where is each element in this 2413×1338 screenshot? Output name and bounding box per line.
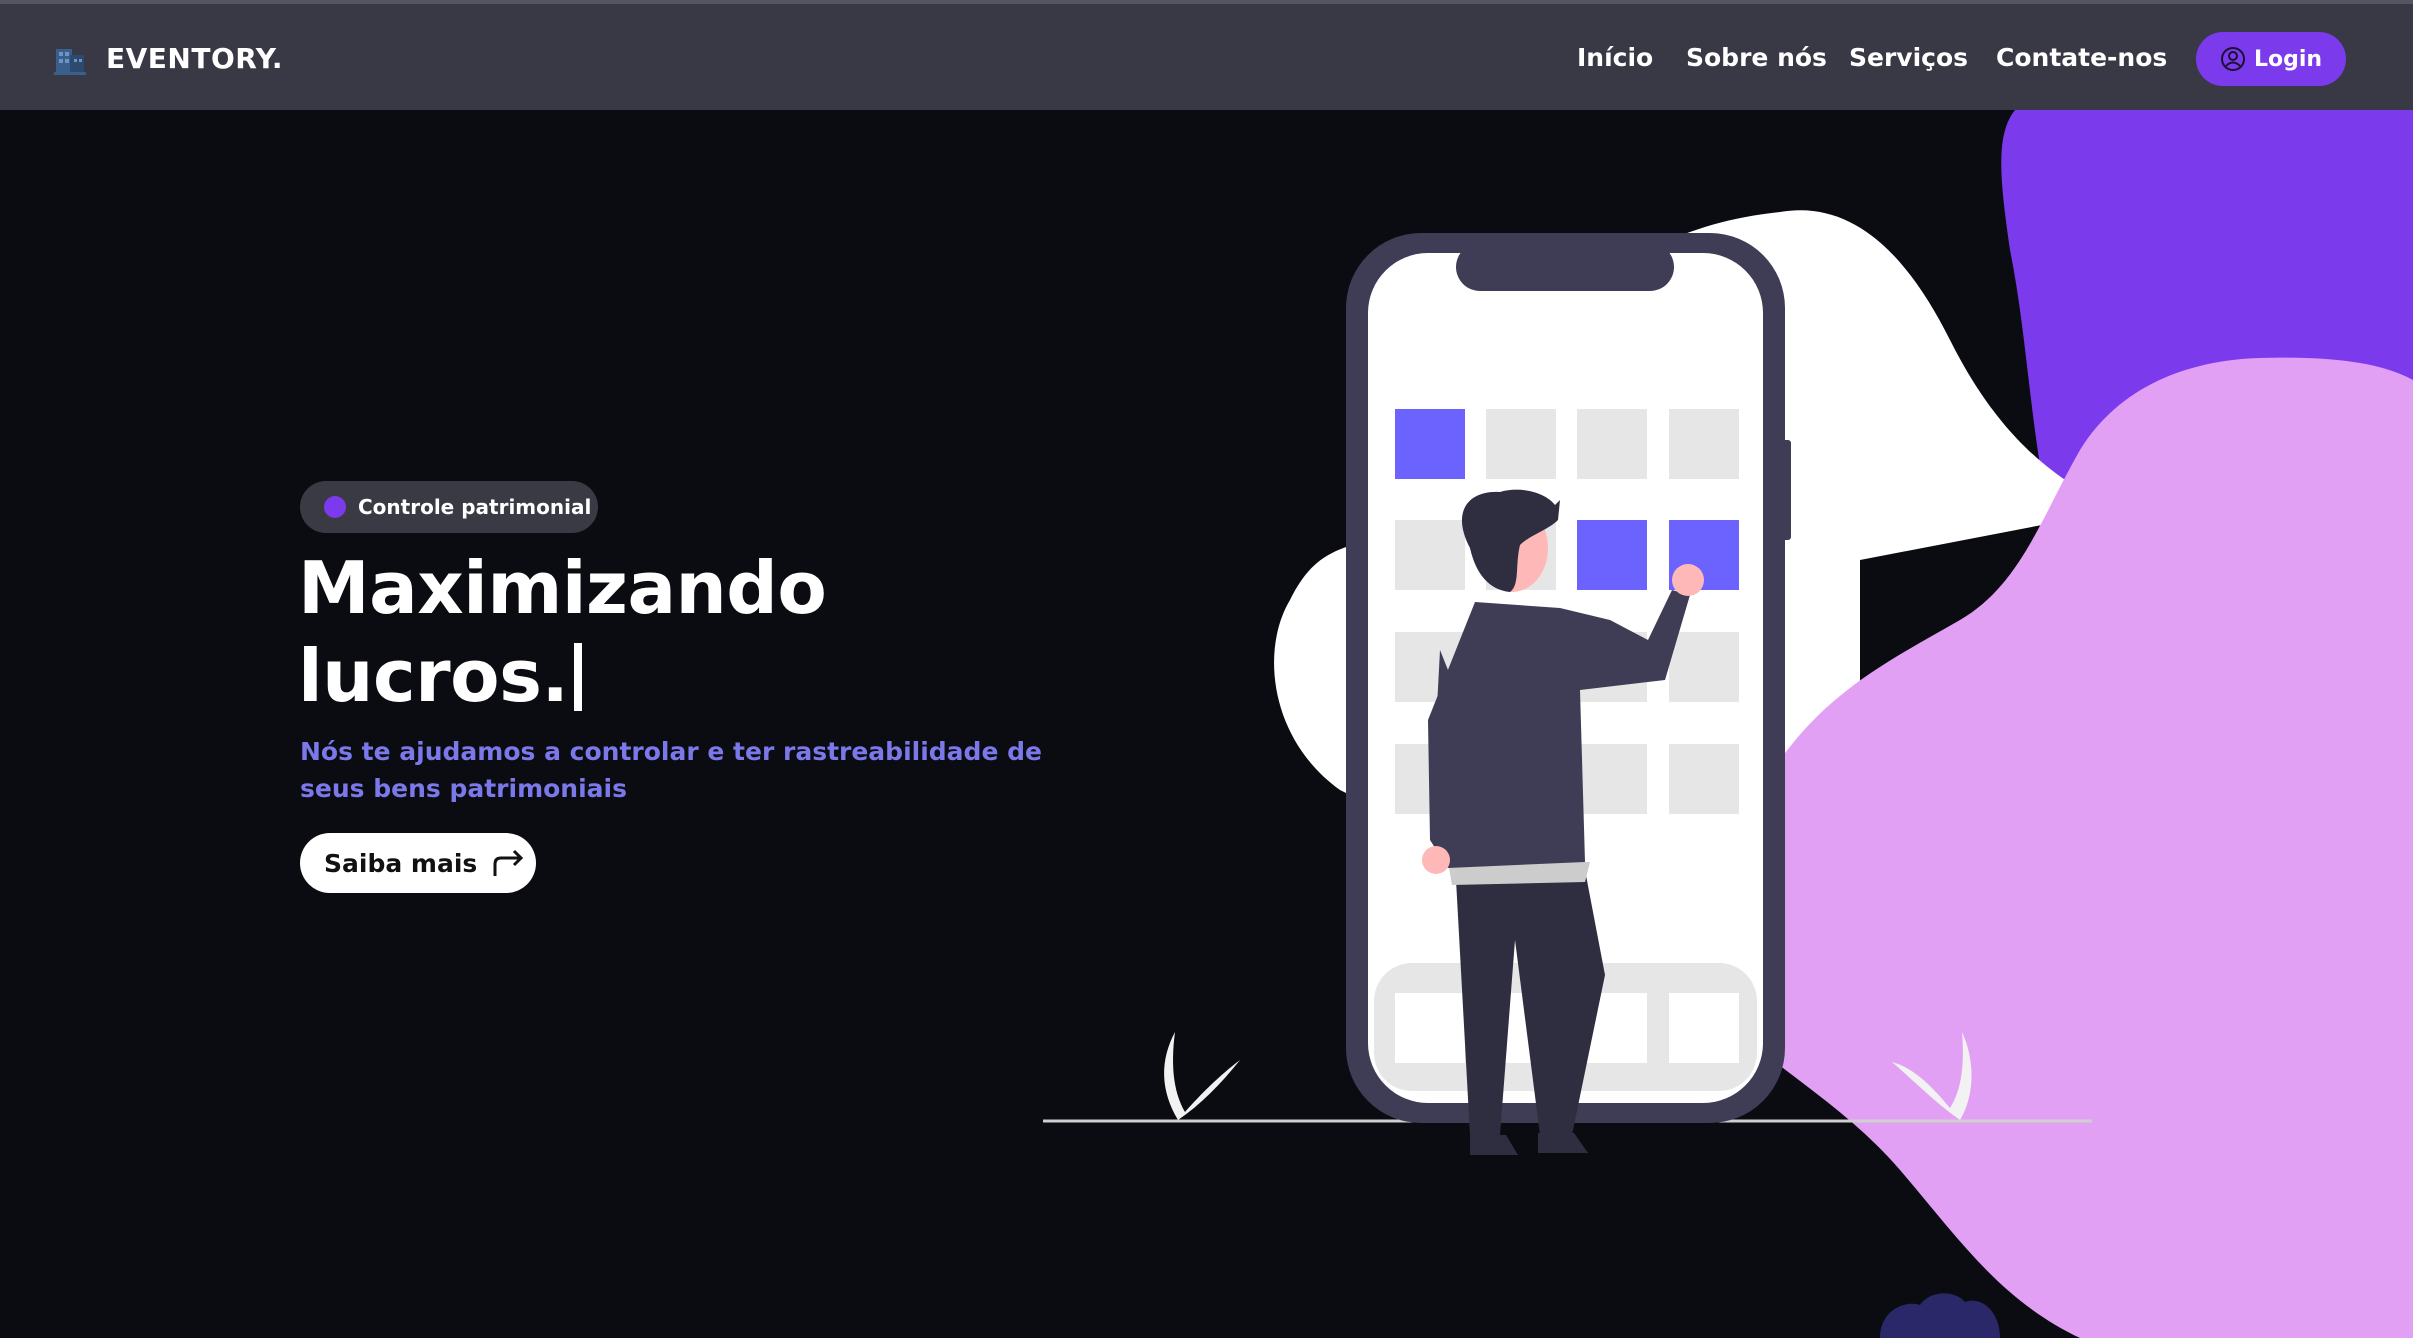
nav-servicos[interactable]: Serviços	[1849, 38, 1968, 78]
nav-sobre-nos[interactable]: Sobre nós	[1686, 38, 1827, 78]
brand[interactable]: EVENTORY.	[54, 36, 283, 80]
typing-cursor	[574, 643, 583, 711]
purple-blob	[2001, 110, 2413, 620]
badge-label: Controle patrimonial	[358, 495, 592, 519]
nav-contate-nos[interactable]: Contate-nos	[1996, 38, 2167, 78]
cloud-shape	[1880, 1293, 2000, 1338]
nav-inicio[interactable]: Início	[1577, 38, 1653, 78]
cta-label: Saiba mais	[324, 848, 478, 878]
phone-notch	[1456, 243, 1674, 291]
category-badge: Controle patrimonial	[300, 481, 598, 533]
building-icon	[54, 49, 86, 75]
phone-screen	[1368, 253, 1763, 1103]
brand-name: EVENTORY.	[106, 41, 284, 75]
phone-body	[1346, 233, 1785, 1123]
pink-blob	[1690, 357, 2413, 1338]
arrow-forward-icon	[493, 849, 524, 876]
plant-left	[1164, 1032, 1240, 1120]
phone-dock	[1374, 963, 1757, 1091]
hero-title-line1: Maximizando	[298, 546, 827, 630]
plant-right	[1892, 1032, 1972, 1120]
saiba-mais-button[interactable]: Saiba mais	[300, 833, 536, 893]
hero-title-line2: lucros.	[298, 634, 569, 718]
login-button[interactable]: Login	[2196, 32, 2346, 86]
app-tiles	[1395, 409, 1739, 814]
white-blob	[1274, 210, 2120, 1050]
hero-subtitle: Nós te ajudamos a controlar e ter rastre…	[300, 737, 1042, 803]
badge-dot-icon	[324, 496, 346, 518]
user-circle-icon	[2220, 47, 2245, 71]
person-figure	[1422, 489, 1704, 1155]
login-label: Login	[2253, 46, 2323, 72]
hero-title: Maximizando lucros.	[298, 544, 1058, 720]
top-navbar: EVENTORY. Início Sobre nós Serviços Cont…	[0, 0, 2413, 110]
phone-side-button	[1781, 440, 1791, 540]
